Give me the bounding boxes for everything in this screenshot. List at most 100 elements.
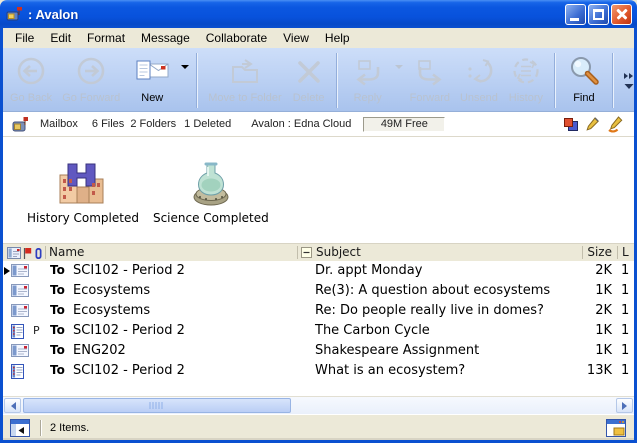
menu-bar: FileEditFormatMessageCollaborateViewHelp [3, 28, 634, 48]
toolbar-button-label: Go Back [10, 92, 52, 104]
right-arrow-icon [622, 402, 631, 410]
menu-help[interactable]: Help [317, 29, 358, 47]
find-icon [566, 54, 602, 90]
unsend-button[interactable]: Unsend [455, 51, 503, 110]
message-subject: Dr. appt Monday [315, 263, 422, 278]
toolbar-button-label: New [141, 92, 163, 104]
maximize-button[interactable] [588, 4, 609, 25]
minimize-button[interactable] [565, 4, 586, 25]
message-size: 1K [548, 343, 612, 358]
infobar-icons [563, 116, 626, 133]
items-layers-icon[interactable] [563, 117, 579, 132]
current-item-marker-icon [4, 267, 10, 275]
scrollbar-thumb[interactable] [23, 398, 291, 413]
message-icon [11, 344, 29, 357]
document-icon [11, 324, 24, 339]
list-item[interactable]: ToEcosystemsRe: Do people really live in… [3, 301, 634, 321]
menu-edit[interactable]: Edit [42, 29, 79, 47]
size-column-header[interactable]: Size [587, 245, 612, 259]
forward-button[interactable]: Forward [405, 51, 455, 110]
toolbar-overflow-button[interactable] [619, 51, 637, 110]
reply-button[interactable]: Reply [343, 51, 393, 110]
menu-message[interactable]: Message [133, 29, 198, 47]
list-header: Name Subject Size L [3, 243, 634, 261]
history-building-icon [55, 161, 111, 207]
title-bar: : Avalon [0, 0, 637, 28]
recipient-name: Ecosystems [73, 303, 150, 318]
menu-format[interactable]: Format [79, 29, 133, 47]
toolbar-button-label: Find [573, 92, 594, 104]
unsend-icon [461, 56, 497, 88]
toolbar-separator [336, 53, 338, 108]
status-bar: 2 Items. [3, 414, 634, 440]
move-to-folder-button[interactable]: Move to Folder [203, 51, 286, 110]
to-label: To [50, 323, 65, 337]
message-subject: The Carbon Cycle [315, 323, 430, 338]
message-size: 2K [548, 303, 612, 318]
attachment-column-icon[interactable] [34, 247, 43, 260]
flag-column-icon[interactable] [23, 247, 32, 260]
toolbar-button-label: Move to Folder [208, 92, 281, 104]
folder-science-completed[interactable]: Science Completed [153, 151, 269, 225]
list-item[interactable]: ToSCI102 - Period 2Dr. appt Monday2K1 [3, 261, 634, 281]
move-to-folder-icon [225, 56, 265, 88]
list-item[interactable]: ToEcosystemsRe(3): A question about ecos… [3, 281, 634, 301]
recipient-name: SCI102 - Period 2 [73, 323, 185, 338]
message-type-column-icon[interactable] [7, 247, 21, 259]
folder-label: History Completed [27, 211, 139, 225]
message-size: 1K [548, 323, 612, 338]
menu-collaborate[interactable]: Collaborate [198, 29, 275, 47]
message-icon [11, 284, 29, 297]
recipient-name: SCI102 - Period 2 [73, 263, 185, 278]
list-item[interactable]: PToSCI102 - Period 2The Carbon Cycle1K1 [3, 321, 634, 341]
pane-toggle-icon[interactable] [10, 419, 30, 437]
toolbar: Go Back Go Forward New Move to Folder Delete… [3, 48, 634, 112]
collapse-icon[interactable] [301, 247, 312, 258]
recipient-name: Ecosystems [73, 283, 150, 298]
scroll-right-button[interactable] [616, 398, 633, 413]
dropdown-arrow-icon[interactable] [181, 65, 189, 73]
subject-column-header[interactable]: Subject [316, 245, 361, 259]
free-space-meter: 49M Free [363, 117, 445, 132]
folder-label: Science Completed [153, 211, 269, 225]
toolbar-separator [612, 53, 614, 108]
go-back-button[interactable]: Go Back [5, 51, 57, 110]
pane-view-icon[interactable] [606, 419, 626, 437]
list-empty-area [3, 381, 634, 396]
close-button[interactable] [611, 4, 632, 25]
history-button[interactable]: History [503, 51, 549, 110]
column-separator [582, 246, 583, 259]
toolbar-button-label: Delete [293, 92, 325, 104]
to-label: To [50, 303, 65, 317]
delete-button[interactable]: Delete [287, 51, 331, 110]
name-column-header[interactable]: Name [49, 245, 84, 259]
new-button[interactable]: New [125, 51, 179, 110]
message-subject: Shakespeare Assignment [315, 343, 479, 358]
mailbox-info-bar: Mailbox 6 Files 2 Folders 1 Deleted Aval… [3, 112, 634, 137]
last-modified-column-header[interactable]: L [622, 245, 629, 259]
go-forward-button[interactable]: Go Forward [57, 51, 125, 110]
horizontal-scrollbar[interactable] [3, 396, 634, 414]
last-modified-clipped: 1 [621, 263, 633, 278]
statusbar-separator [40, 420, 42, 436]
toolbar-separator [196, 53, 198, 108]
signature-pen-icon[interactable] [607, 116, 626, 133]
scroll-left-button[interactable] [4, 398, 21, 413]
folder-history-completed[interactable]: History Completed [27, 151, 139, 225]
pencil-icon[interactable] [586, 116, 600, 132]
column-separator [617, 246, 618, 259]
list-item[interactable]: ToENG202Shakespeare Assignment1K1 [3, 341, 634, 361]
to-label: To [50, 263, 65, 277]
folders-count: 2 Folders [130, 118, 176, 130]
document-icon [11, 364, 24, 379]
items-count-label: 2 Items. [50, 422, 606, 434]
list-item[interactable]: ToSCI102 - Period 2What is an ecosystem?… [3, 361, 634, 381]
menu-view[interactable]: View [275, 29, 317, 47]
new-message-icon [130, 55, 174, 89]
menu-file[interactable]: File [7, 29, 42, 47]
science-flask-icon [185, 159, 237, 207]
toolbar-overflow-icon [623, 71, 635, 91]
find-button[interactable]: Find [561, 51, 607, 110]
deleted-count: 1 Deleted [184, 118, 231, 130]
dropdown-arrow-icon[interactable] [395, 65, 403, 73]
